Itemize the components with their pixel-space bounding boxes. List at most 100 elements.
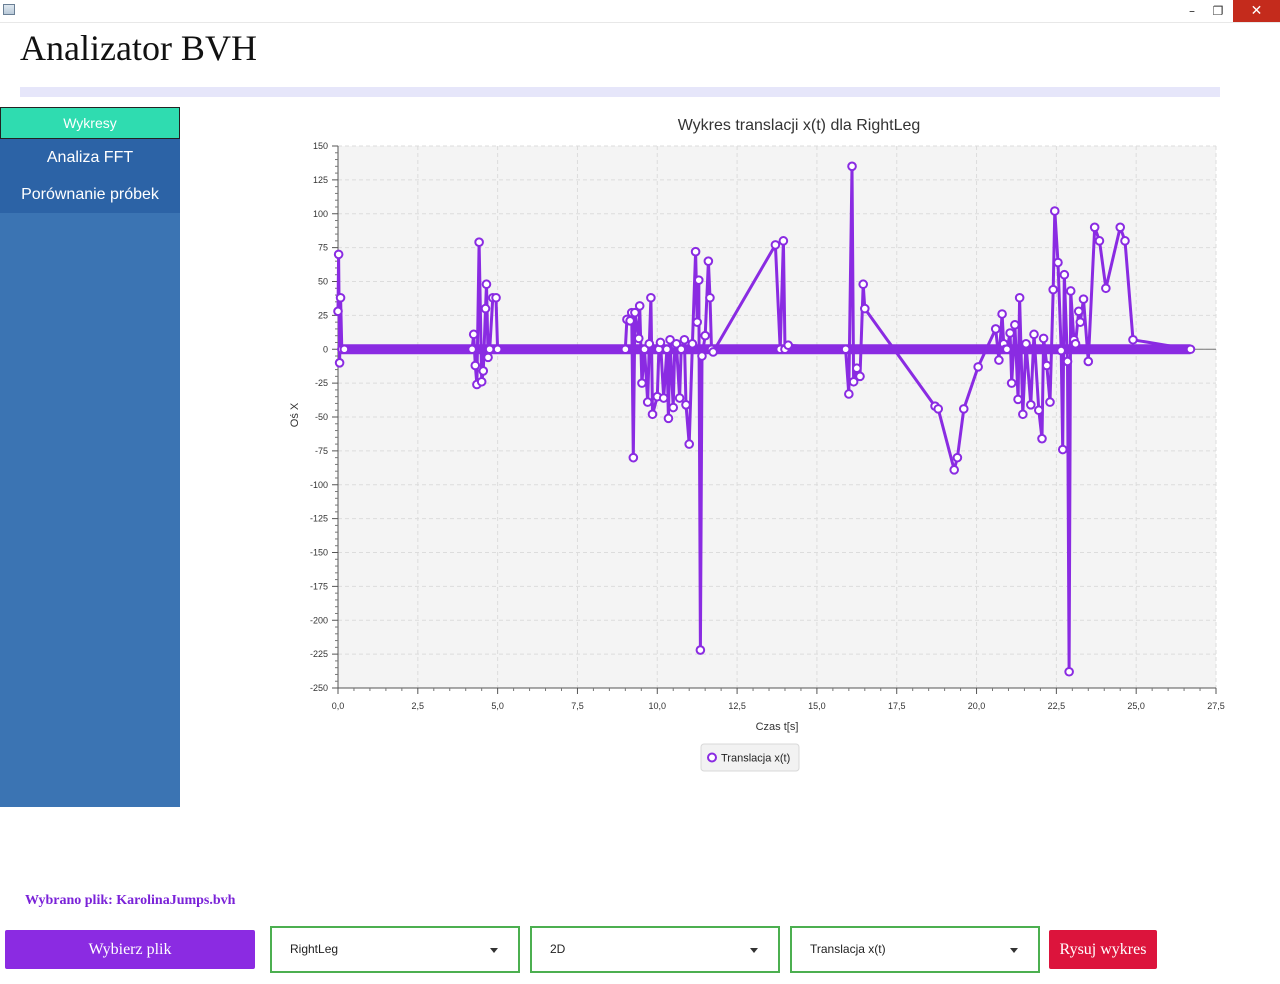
data-point (840, 344, 851, 355)
x-tick-label: 20,0 (968, 701, 986, 711)
data-point (470, 360, 481, 371)
data-point (626, 307, 637, 318)
close-icon[interactable]: ✕ (1233, 0, 1280, 22)
data-point (858, 279, 869, 290)
x-tick-label: 5,0 (491, 701, 504, 711)
data-point (1115, 222, 1126, 233)
data-point (468, 329, 479, 340)
data-point (778, 236, 789, 246)
y-tick-label: 0 (323, 344, 328, 354)
type-select[interactable]: Translacja x(t) (790, 926, 1040, 973)
data-point (855, 371, 865, 382)
data-point (480, 303, 491, 314)
y-tick-label: -125 (310, 514, 328, 524)
data-point (952, 452, 963, 463)
data-point (1056, 345, 1066, 356)
data-point (1026, 400, 1036, 410)
chevron-down-icon (750, 948, 758, 953)
data-point (663, 413, 674, 424)
data-point (670, 340, 680, 350)
data-point (1037, 433, 1047, 444)
data-point (1094, 236, 1105, 246)
data-point (1018, 409, 1028, 420)
window-titlebar: – ❐ ✕ (0, 0, 1280, 23)
minimize-icon[interactable]: – (1178, 0, 1206, 22)
x-axis-label: Czas t[s] (756, 721, 799, 733)
series-line (336, 164, 1191, 674)
data-point (1021, 339, 1031, 349)
y-tick-label: 125 (313, 175, 328, 185)
data-point (334, 358, 345, 368)
data-point (994, 355, 1004, 365)
data-point (703, 256, 714, 266)
data-point (998, 339, 1009, 349)
sidebar-item-wykresy[interactable]: Wykresy (0, 107, 180, 139)
data-point (1005, 328, 1015, 338)
series-zero-band (338, 344, 1191, 355)
data-point (637, 378, 647, 388)
chart-title: Wykres translacji x(t) dla RightLeg (678, 117, 921, 134)
bone-select[interactable]: RightLeg (270, 926, 520, 973)
sidebar-item-porownanie-probek[interactable]: Porównanie próbek (0, 176, 180, 213)
data-point (628, 452, 639, 463)
y-tick-label: -150 (310, 548, 328, 558)
data-point (662, 344, 672, 355)
data-point (1062, 356, 1073, 367)
choose-file-button[interactable]: Wybierz plik (5, 930, 255, 969)
y-tick-label: -250 (310, 683, 328, 693)
data-point (642, 397, 653, 407)
data-point (333, 249, 344, 260)
y-tick-label: -75 (315, 446, 328, 456)
data-point (1075, 317, 1086, 327)
app-title: Analizator BVH (20, 28, 257, 68)
translation-chart: 0,0 2,5 5,0 7,5 10,0 12,5 15,0 17,5 20,0 22,5 25,0… (289, 117, 1225, 772)
bone-select-value: RightLeg (290, 942, 339, 956)
data-point (639, 344, 650, 355)
data-point (708, 347, 718, 357)
data-point (681, 400, 691, 410)
data-point (1045, 397, 1055, 407)
data-point (622, 314, 632, 325)
y-tick-label: -175 (310, 581, 328, 591)
app-window-icon (3, 4, 15, 15)
data-point (1070, 339, 1081, 349)
data-point (1034, 405, 1044, 416)
data-point (625, 315, 635, 326)
title-divider (20, 87, 1220, 97)
chevron-down-icon (1010, 948, 1018, 953)
data-point (474, 237, 484, 248)
data-point (679, 334, 690, 345)
chevron-down-icon (490, 948, 498, 953)
legend-box (700, 743, 800, 772)
sidebar-item-analiza-fft[interactable]: Analiza FFT (0, 139, 180, 176)
x-tick-label: 2,5 (412, 701, 425, 711)
data-point (484, 344, 495, 355)
mode-select[interactable]: 2D (530, 926, 780, 973)
data-point (1185, 344, 1196, 355)
data-point (770, 240, 781, 250)
data-point (973, 362, 983, 372)
data-point (333, 306, 343, 317)
data-point (780, 344, 790, 355)
data-point (1101, 283, 1111, 294)
x-tick-label: 10,0 (649, 701, 667, 711)
data-point (1038, 333, 1049, 344)
data-point (687, 339, 698, 349)
data-point (933, 404, 944, 414)
data-point (654, 344, 664, 355)
data-point (644, 339, 655, 349)
draw-chart-button[interactable]: Rysuj wykres (1049, 930, 1157, 969)
data-point (1014, 292, 1025, 303)
data-point (337, 344, 347, 355)
type-select-value: Translacja x(t) (810, 942, 886, 956)
selected-file-status: Wybrano plik: KarolinaJumps.bvh (25, 893, 236, 908)
data-point (1053, 257, 1063, 268)
y-tick-label: 75 (318, 243, 328, 253)
maximize-icon[interactable]: ❐ (1204, 0, 1232, 22)
x-tick-label: 0,0 (332, 701, 345, 711)
data-point (706, 344, 717, 355)
data-point (847, 161, 857, 172)
data-point (335, 292, 346, 303)
data-point (1073, 306, 1084, 317)
data-point (990, 324, 1001, 334)
